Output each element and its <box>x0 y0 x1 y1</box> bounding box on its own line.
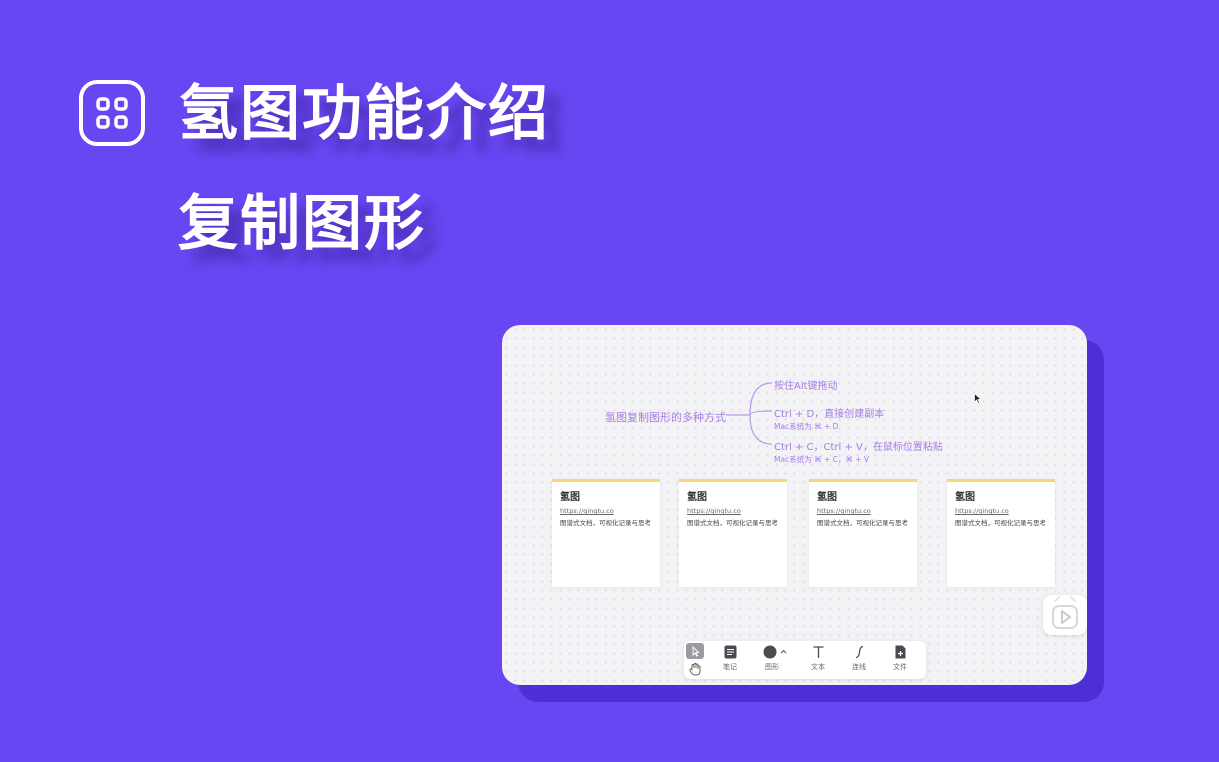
card-link[interactable]: https://qingtu.co <box>560 507 652 515</box>
mouse-pointer-icon <box>974 393 982 404</box>
toolbar-connector-button[interactable]: 连线 <box>843 645 875 672</box>
card-link[interactable]: https://qingtu.co <box>955 507 1047 515</box>
mindmap-branch[interactable]: Ctrl + D，直接创建副本 Mac系统为 ⌘ + D <box>774 405 884 432</box>
file-icon <box>895 645 905 659</box>
text-icon <box>813 646 823 658</box>
note-card[interactable]: 氢图 https://qingtu.co 图谱式文档，可视化记录与思考 <box>552 479 660 587</box>
connector-icon <box>855 645 863 659</box>
play-icon <box>1052 596 1078 629</box>
mindmap-branch[interactable]: Ctrl + C，Ctrl + V，在鼠标位置粘贴 Mac系统为 ⌘ + C，⌘… <box>774 438 943 465</box>
note-card[interactable]: 氢图 https://qingtu.co 图谱式文档，可视化记录与思考 <box>679 479 787 587</box>
card-description: 图谱式文档，可视化记录与思考 <box>955 519 1046 527</box>
branch-sublabel: Mac系统为 ⌘ + D <box>774 422 839 431</box>
play-button[interactable] <box>1043 595 1087 635</box>
app-grid-icon <box>79 80 145 146</box>
toolbar-label: 笔记 <box>723 663 737 671</box>
toolbar-label: 文件 <box>893 663 907 671</box>
note-icon <box>724 645 736 659</box>
card-title: 氢图 <box>687 492 707 503</box>
cursor-select-icon[interactable] <box>686 643 704 659</box>
toolbar-note-button[interactable]: 笔记 <box>714 645 746 672</box>
toolbar-file-button[interactable]: 文件 <box>884 645 916 672</box>
toolbar-text-button[interactable]: 文本 <box>802 645 834 672</box>
toolbar-label: 图形 <box>765 663 779 671</box>
note-card[interactable]: 氢图 https://qingtu.co 图谱式文档，可视化记录与思考 <box>947 479 1055 587</box>
card-title: 氢图 <box>955 492 975 503</box>
whiteboard-canvas[interactable]: 氢图复制图形的多种方式 按住Alt键拖动 Ctrl + D，直接创建副本 Mac… <box>502 325 1087 685</box>
page-title: 氢图功能介绍 <box>178 79 550 149</box>
shape-icon <box>763 645 787 659</box>
note-card[interactable]: 氢图 https://qingtu.co 图谱式文档，可视化记录与思考 <box>809 479 917 587</box>
bottom-toolbar: 笔记 图形 文本 连线 文件 <box>684 641 926 679</box>
card-link[interactable]: https://qingtu.co <box>687 507 779 515</box>
toolbar-label: 文本 <box>811 663 825 671</box>
mindmap-root[interactable]: 氢图复制图形的多种方式 <box>605 409 726 425</box>
toolbar-shape-button[interactable]: 图形 <box>756 645 788 672</box>
card-description: 图谱式文档，可视化记录与思考 <box>687 519 778 527</box>
branch-sublabel: Mac系统为 ⌘ + C，⌘ + V <box>774 455 870 464</box>
mindmap-branch[interactable]: 按住Alt键拖动 <box>774 377 838 392</box>
branch-label: 按住Alt键拖动 <box>774 381 838 392</box>
toolbar-label: 连线 <box>852 663 866 671</box>
card-description: 图谱式文档，可视化记录与思考 <box>560 519 651 527</box>
card-description: 图谱式文档，可视化记录与思考 <box>817 519 908 527</box>
branch-label: Ctrl + D，直接创建副本 <box>774 409 885 420</box>
hand-icon[interactable] <box>688 662 702 676</box>
branch-label: Ctrl + C，Ctrl + V，在鼠标位置粘贴 <box>774 442 943 453</box>
card-title: 氢图 <box>560 492 580 503</box>
page-subtitle: 复制图形 <box>178 189 426 259</box>
card-title: 氢图 <box>817 492 837 503</box>
card-link[interactable]: https://qingtu.co <box>817 507 909 515</box>
